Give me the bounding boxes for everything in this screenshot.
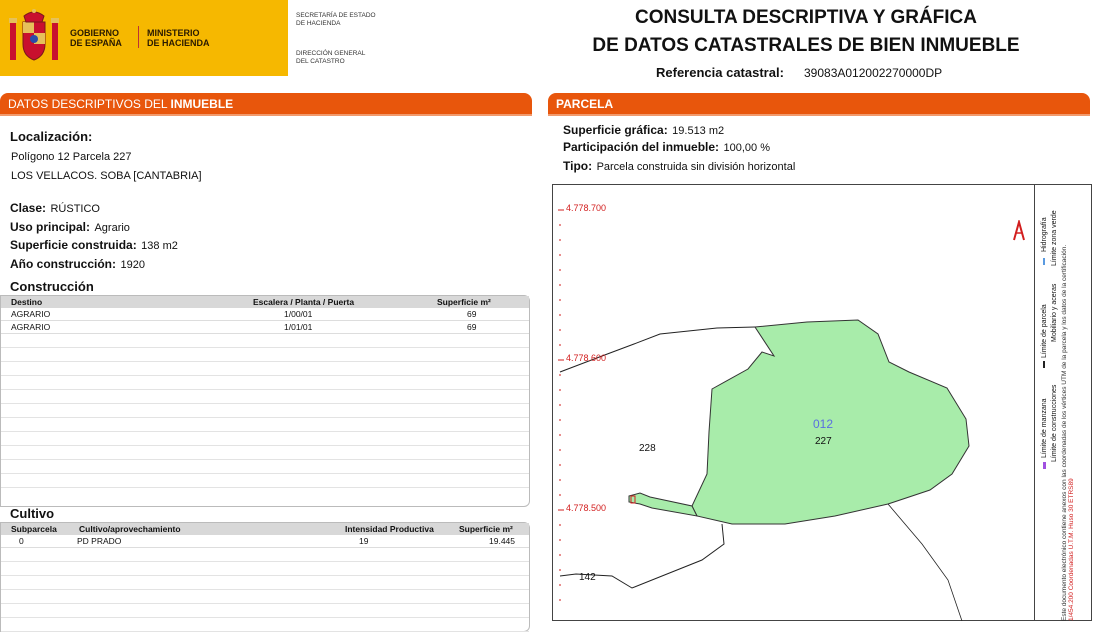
coat-of-arms-icon: [9, 9, 59, 61]
table-row: 0 PD PRADO 19 19.445: [1, 535, 529, 548]
logo-separator: [138, 26, 139, 48]
catastro-logo-icon: [1013, 220, 1025, 241]
ministerio-label: MINISTERIO DE HACIENDA: [147, 28, 210, 48]
localizacion-line1: Polígono 12 Parcela 227: [11, 151, 132, 163]
superficie-construida-field: Superficie construida: 138 m2: [10, 238, 178, 252]
parcela-bar: PARCELA: [548, 93, 1090, 114]
legend-hidrografia: Hidrografía: [1041, 217, 1048, 252]
coord-label: 4.778.500: [566, 503, 607, 513]
legend-zona-verde: Límite zona verde: [1051, 210, 1058, 266]
tipo-field: Tipo: Parcela construida sin división ho…: [563, 159, 796, 173]
referencia-label: Referencia catastral:: [656, 65, 784, 80]
bar-underline: [0, 114, 532, 116]
legend-limite-construcciones: Límite de construcciones: [1051, 384, 1058, 462]
secretaria-label: SECRETARÍA DE ESTADO DE HACIENDA: [296, 12, 376, 27]
legend-divider: [1034, 184, 1035, 621]
legend-swatch: [1043, 361, 1045, 368]
superficie-grafica-field: Superficie gráfica: 19.513 m2: [563, 123, 725, 137]
legend-note: Este documento electrónico contiene anex…: [1061, 244, 1068, 621]
cultivo-title: Cultivo: [10, 506, 55, 521]
coord-label: 4.778.700: [566, 203, 607, 213]
table-header: Subparcela Cultivo/aprovechamiento Inten…: [1, 523, 529, 535]
participacion-field: Participación del inmueble: 100,00 %: [563, 140, 770, 154]
coord-label: 4.778.600: [566, 353, 607, 363]
table-row: AGRARIO 1/00/01 69: [1, 308, 529, 321]
clase-field: Clase: RÚSTICO: [10, 201, 100, 215]
legend-swatch: [1043, 462, 1046, 469]
ano-construccion-field: Año construcción: 1920: [10, 257, 145, 271]
parcel-142-label: 142: [579, 572, 596, 583]
localizacion-label: Localización:: [10, 129, 93, 144]
table-header: Destino Escalera / Planta / Puerta Super…: [1, 296, 529, 308]
cultivo-table: Subparcela Cultivo/aprovechamiento Inten…: [0, 522, 530, 632]
table-row: AGRARIO 1/01/01 69: [1, 321, 529, 334]
polygon-label: 012: [813, 417, 834, 431]
gobierno-label: GOBIERNO DE ESPAÑA: [70, 28, 122, 48]
construccion-table: Destino Escalera / Planta / Puerta Super…: [0, 295, 530, 507]
bar-underline: [548, 114, 1090, 116]
parcel-228-label: 228: [639, 443, 656, 454]
parcel-227-label: 227: [815, 436, 832, 447]
cadastral-map[interactable]: 4.778.700 4.778.600 4.778.500 012 227 22…: [552, 184, 1092, 621]
legend-mobiliario: Mobiliario y aceras: [1051, 283, 1058, 342]
legend-scale: 1/454.200 Coordenadas U.T.M. Huso 30 ETR…: [1068, 478, 1075, 621]
referencia-value: 39083A012002270000DP: [804, 66, 943, 80]
legend-swatch: [1043, 258, 1045, 265]
document-title: CONSULTA DESCRIPTIVA Y GRÁFICA DE DATOS C…: [592, 7, 1020, 56]
legend-limite-parcela: Límite de parcela: [1041, 304, 1048, 358]
map-drawing: [558, 209, 970, 621]
direccion-label: DIRECCIÓN GENERAL DEL CATASTRO: [296, 50, 366, 65]
localizacion-line2: LOS VELLACOS. SOBA [CANTABRIA]: [11, 170, 202, 182]
construccion-title: Construcción: [10, 279, 94, 294]
legend-limite-manzana: Límite de manzana: [1041, 398, 1048, 458]
datos-descriptivos-bar: DATOS DESCRIPTIVOS DEL INMUEBLE: [0, 93, 532, 114]
uso-field: Uso principal: Agrario: [10, 220, 130, 234]
